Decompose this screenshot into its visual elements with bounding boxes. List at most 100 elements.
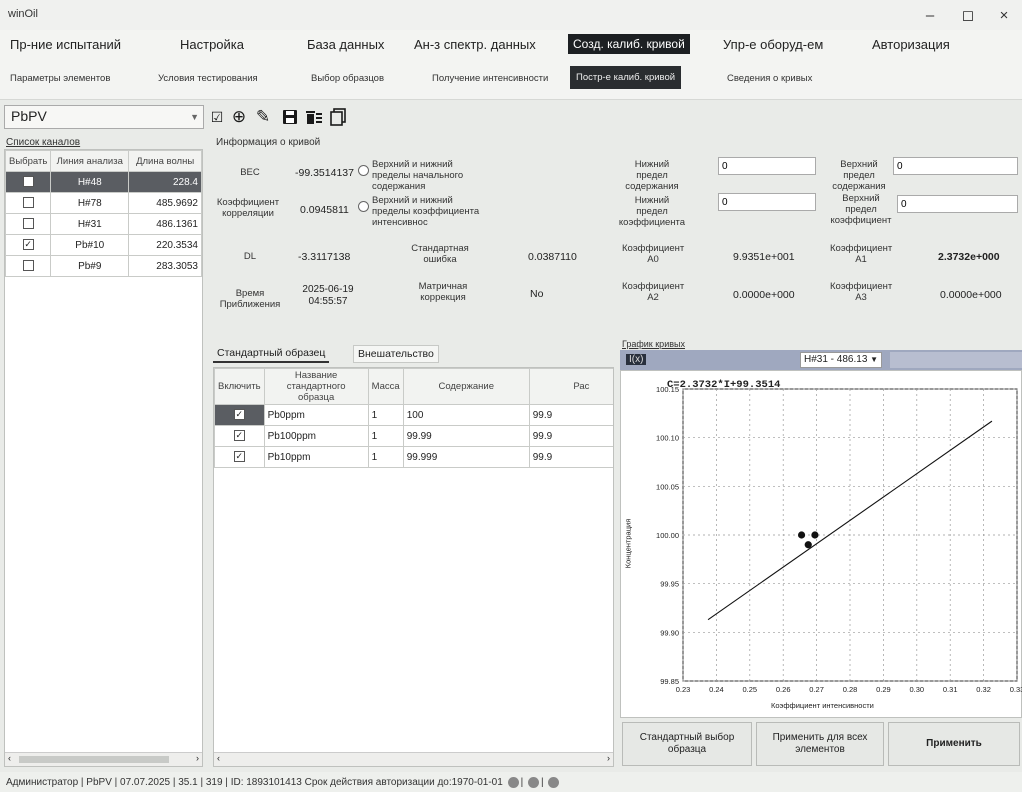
low-content-input[interactable] xyxy=(718,157,816,175)
col-line: Линия анализа xyxy=(50,150,130,172)
high-content-label: Верхний предел содержания xyxy=(832,159,886,192)
status-indicator-icon xyxy=(527,777,539,788)
tab-element-params[interactable]: Параметры элементов xyxy=(10,73,110,84)
low-coef-label: Нижний предел коэффициента xyxy=(618,195,686,228)
window-title: winOil xyxy=(8,8,38,20)
close-button[interactable]: × xyxy=(986,2,1022,28)
menu-equipment[interactable]: Упр-е оборуд-ем xyxy=(723,37,823,52)
menu-spectrum-analysis[interactable]: Ан-з спектр. данных xyxy=(414,37,536,52)
row-checkbox[interactable] xyxy=(22,260,34,272)
dl-label: DL xyxy=(243,251,257,262)
scroll-thumb[interactable] xyxy=(19,756,169,763)
matrix-correction-button[interactable] xyxy=(890,352,1022,368)
row-checkbox[interactable] xyxy=(22,176,34,188)
apply-all-button[interactable]: Применить для всех элементов xyxy=(756,722,884,766)
scroll-right-icon[interactable]: › xyxy=(607,753,610,763)
dl-value: -3.3117138 xyxy=(298,251,351,263)
x-tick-label: 0.25 xyxy=(742,685,757,694)
row-checkbox[interactable]: ✓ xyxy=(233,451,245,463)
table-row[interactable]: H#48 228.4 xyxy=(4,171,202,193)
sample-name: Pb0ppm xyxy=(263,404,369,426)
table-row[interactable]: ✓ Pb100ppm 1 99.99 99.9 xyxy=(214,425,613,447)
sample-content: 100 xyxy=(402,404,530,426)
table-row[interactable]: ✓ Pb10ppm 1 99.999 99.9 xyxy=(214,446,613,468)
scroll-left-icon[interactable]: ‹ xyxy=(217,753,220,763)
table-row[interactable]: ✓ Pb0ppm 1 100 99.9 xyxy=(214,404,613,426)
x-tick-label: 0.29 xyxy=(876,685,891,694)
high-coef-input[interactable] xyxy=(897,195,1018,213)
status-text: Администратор | PbPV | 07.07.2025 | 35.1… xyxy=(6,777,503,789)
channel-line: H#78 xyxy=(50,192,130,214)
line-select[interactable]: H#31 - 486.13 ▼ xyxy=(800,352,882,368)
row-checkbox[interactable]: ✓ xyxy=(22,239,34,251)
sample-content: 99.999 xyxy=(402,446,530,468)
channel-scrollbar[interactable]: ‹ › xyxy=(5,752,202,766)
a1-value: 2.3732e+000 xyxy=(938,251,1000,263)
content-limits-label: Верхний и нижний пределы начального соде… xyxy=(372,159,464,192)
menu-calibration-curve[interactable]: Созд. калиб. кривой xyxy=(568,34,690,54)
maximize-button[interactable]: ◻ xyxy=(950,2,986,28)
tab-standard-sample[interactable]: Стандартный образец xyxy=(213,345,330,363)
high-content-input[interactable] xyxy=(893,157,1018,175)
tab-ix[interactable]: I(x) xyxy=(626,354,647,365)
low-coef-input[interactable] xyxy=(718,193,816,211)
chart-ylabel: Концентрация xyxy=(623,518,633,569)
copy-icon[interactable] xyxy=(327,105,349,129)
content-limits-radio[interactable] xyxy=(358,165,369,176)
table-row[interactable]: ✓ Pb#10 220.3534 xyxy=(4,234,202,256)
scroll-right-icon[interactable]: › xyxy=(196,753,199,763)
row-checkbox[interactable]: ✓ xyxy=(233,430,245,442)
channels-title: Список каналов xyxy=(6,137,81,148)
a0-label: Коэффициент A0 xyxy=(622,243,685,265)
edit-icon[interactable]: ✎ xyxy=(252,105,274,129)
element-select-value: PbPV xyxy=(11,108,47,124)
col-enable: Включить xyxy=(214,368,265,405)
x-tick-label: 0.30 xyxy=(909,685,924,694)
sample-table: Включить Название стандартного образца М… xyxy=(213,367,614,767)
row-checkbox[interactable] xyxy=(22,218,34,230)
toolbar: PbPV ▼ ☑ ⊕ ✎ xyxy=(0,103,1022,133)
tab-build-curve[interactable]: Постр-е калиб. кривой xyxy=(570,66,682,89)
col-sample-name: Название стандартного образца xyxy=(263,368,369,405)
save-icon[interactable] xyxy=(279,105,301,129)
bec-value: -99.3514137 xyxy=(295,167,354,179)
element-select[interactable]: PbPV ▼ xyxy=(4,105,204,129)
row-checkbox[interactable]: ✓ xyxy=(233,409,245,421)
channel-wave: 220.3534 xyxy=(128,234,202,256)
row-checkbox[interactable] xyxy=(22,197,34,209)
tab-curve-info[interactable]: Сведения о кривых xyxy=(727,73,812,84)
tab-sample-select[interactable]: Выбор образцов xyxy=(311,73,384,84)
tab-test-conditions[interactable]: Условия тестирования xyxy=(158,73,258,84)
menu-testing[interactable]: Пр-ние испытаний xyxy=(10,37,121,52)
minimize-button[interactable]: – xyxy=(912,2,948,28)
sample-mass: 1 xyxy=(367,446,404,468)
sample-calc: 99.9 xyxy=(528,404,613,426)
menu-settings[interactable]: Настройка xyxy=(180,37,244,52)
high-coef-label: Верхний предел коэффициент xyxy=(830,193,892,226)
y-tick-label: 99.95 xyxy=(660,580,679,589)
menu-database[interactable]: База данных xyxy=(307,37,384,52)
time-label: Время Приближения xyxy=(219,288,281,310)
apply-button[interactable]: Применить xyxy=(888,722,1020,766)
chevron-down-icon: ▼ xyxy=(190,112,199,122)
menu-authorization[interactable]: Авторизация xyxy=(872,37,950,52)
std-select-button[interactable]: Стандартный выбор образца xyxy=(622,722,752,766)
table-row[interactable]: Pb#9 283.3053 xyxy=(4,255,202,277)
sample-mass: 1 xyxy=(367,404,404,426)
delete-icon[interactable] xyxy=(303,105,325,129)
tab-intensity[interactable]: Получение интенсивности xyxy=(432,73,548,84)
a3-value: 0.0000e+000 xyxy=(940,289,1002,301)
col-content: Содержание xyxy=(402,368,530,405)
add-icon[interactable]: ⊕ xyxy=(228,105,250,129)
corr-value: 0.0945811 xyxy=(300,204,349,216)
coef-limits-radio[interactable] xyxy=(358,201,369,212)
sample-calc: 99.9 xyxy=(528,425,613,447)
tab-external[interactable]: Внешательство xyxy=(353,345,439,363)
sample-scrollbar[interactable]: ‹ › xyxy=(214,752,613,766)
main-menu: Пр-ние испытаний Настройка База данных А… xyxy=(0,30,1022,60)
scroll-left-icon[interactable]: ‹ xyxy=(8,753,11,763)
table-row[interactable]: H#78 485.9692 xyxy=(4,192,202,214)
checkbox-toggle-icon[interactable]: ☑ xyxy=(206,105,228,129)
status-indicator-icon xyxy=(507,777,519,788)
table-row[interactable]: H#31 486.1361 xyxy=(4,213,202,235)
